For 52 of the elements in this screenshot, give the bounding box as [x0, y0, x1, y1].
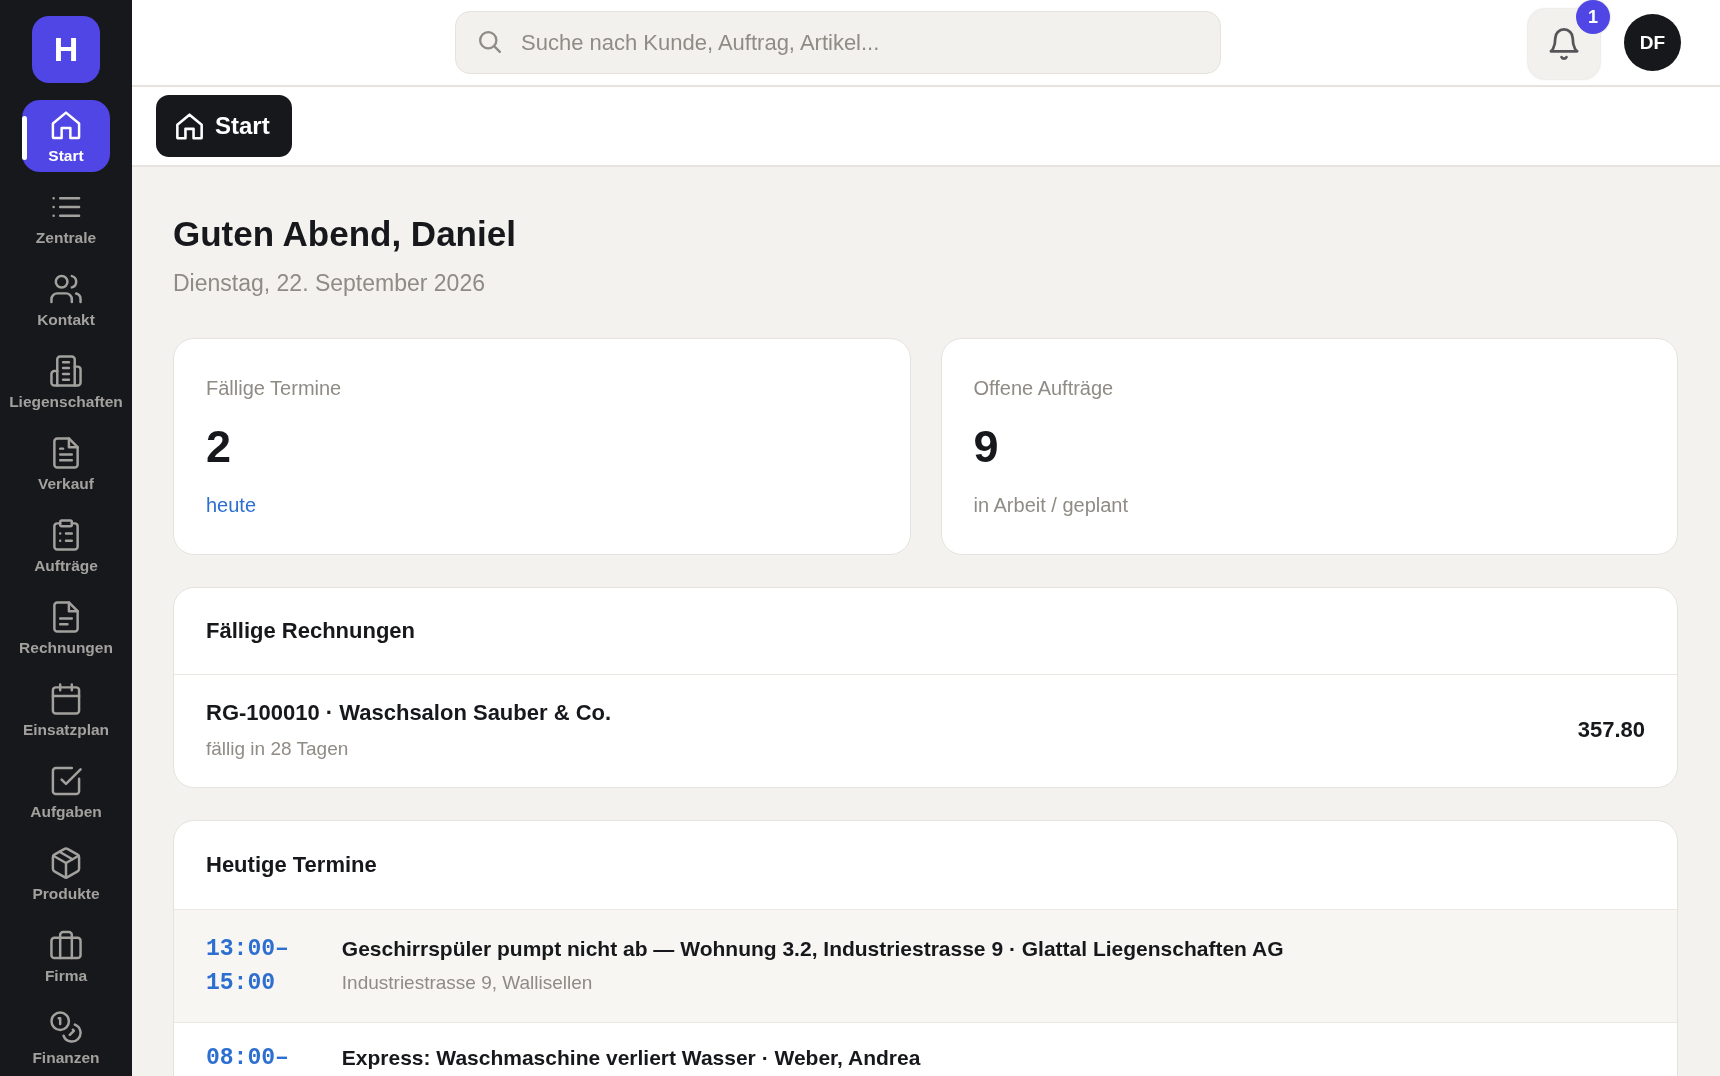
- document-icon: [50, 601, 82, 633]
- nav-item[interactable]: Einsatzplan: [2, 674, 130, 746]
- home-icon: [50, 109, 82, 141]
- search-field[interactable]: Suche nach Kunde, Auftrag, Artikel...: [455, 11, 1221, 74]
- calendar-icon: [50, 683, 82, 715]
- appointment-time: 13:00–15:00: [206, 935, 289, 998]
- home-icon: [176, 112, 203, 140]
- stat-label: Fällige Termine: [206, 376, 342, 401]
- nav-item[interactable]: Zentrale: [2, 182, 130, 254]
- invoice-amount: 357.80: [1577, 717, 1645, 743]
- coins-icon: [50, 1011, 82, 1043]
- nav-item[interactable]: Aufträge: [2, 510, 130, 582]
- invoice-due: fällig in 28 Tagen: [206, 737, 349, 761]
- nav-item[interactable]: Kontakt: [2, 264, 130, 336]
- nav-item[interactable]: Finanzen: [2, 1002, 130, 1074]
- date-text: Dienstag, 22. September 2026: [173, 269, 485, 297]
- stat-value: 9: [973, 421, 999, 473]
- user-avatar[interactable]: DF: [1624, 14, 1681, 71]
- stat-value: 2: [206, 421, 232, 473]
- invoice-row[interactable]: RG-100010 · Waschsalon Sauber & Co. fällig in 28 Tagen 357.80: [174, 674, 1677, 787]
- checkbox-icon: [50, 765, 82, 797]
- appointment-row[interactable]: 13:00–15:00 Geschirrspüler pumpt nicht ab — Wohnung 3.2, Industriestrasse 9 · Glattal Liegenschaften AG Industriestrasse 9, Wallisellen: [174, 909, 1677, 1022]
- document-icon: [50, 437, 82, 469]
- invoice-title: RG-100010 · Waschsalon Sauber & Co.: [206, 699, 612, 727]
- box-icon: [50, 847, 82, 879]
- stat-label: Offene Aufträge: [973, 376, 1114, 401]
- appointment-title: Geschirrspüler pumpt nicht ab — Wohnung 3.2, Industriestrasse 9 · Glattal Liegenschaften AG: [341, 936, 1284, 962]
- stat-link[interactable]: heute: [206, 491, 257, 519]
- nav-item[interactable]: Rechnungen: [2, 592, 130, 664]
- stat-note: in Arbeit / geplant: [973, 493, 1129, 518]
- nav-item[interactable]: Start: [22, 100, 110, 172]
- panel-title: Heutige Termine: [206, 852, 377, 878]
- notifications-button[interactable]: 1: [1528, 0, 1610, 79]
- app-logo[interactable]: H: [32, 16, 100, 83]
- briefcase-icon: [50, 929, 82, 961]
- notification-badge: 1: [1576, 0, 1610, 34]
- panel-title: Fällige Rechnungen: [206, 618, 416, 644]
- nav-item[interactable]: Liegenschaften: [2, 346, 130, 418]
- users-icon: [50, 273, 82, 305]
- building-icon: [50, 355, 82, 387]
- appointment-title: Express: Waschmaschine verliert Wasser · Weber, Andrea: [341, 1045, 921, 1071]
- nav-item[interactable]: Verkauf: [2, 428, 130, 500]
- nav-item[interactable]: Firma: [2, 920, 130, 992]
- clipboard-icon: [50, 519, 82, 551]
- appointment-time: 08:00–: [206, 1044, 289, 1073]
- tab[interactable]: Start: [156, 95, 292, 157]
- greeting-title: Guten Abend, Daniel: [173, 213, 516, 255]
- bell-icon: [1549, 28, 1579, 60]
- search-icon: [479, 31, 501, 53]
- appointment-address: Industriestrasse 9, Wallisellen: [341, 971, 593, 995]
- nav-item[interactable]: Produkte: [2, 838, 130, 910]
- nav-item[interactable]: Aufgaben: [2, 756, 130, 828]
